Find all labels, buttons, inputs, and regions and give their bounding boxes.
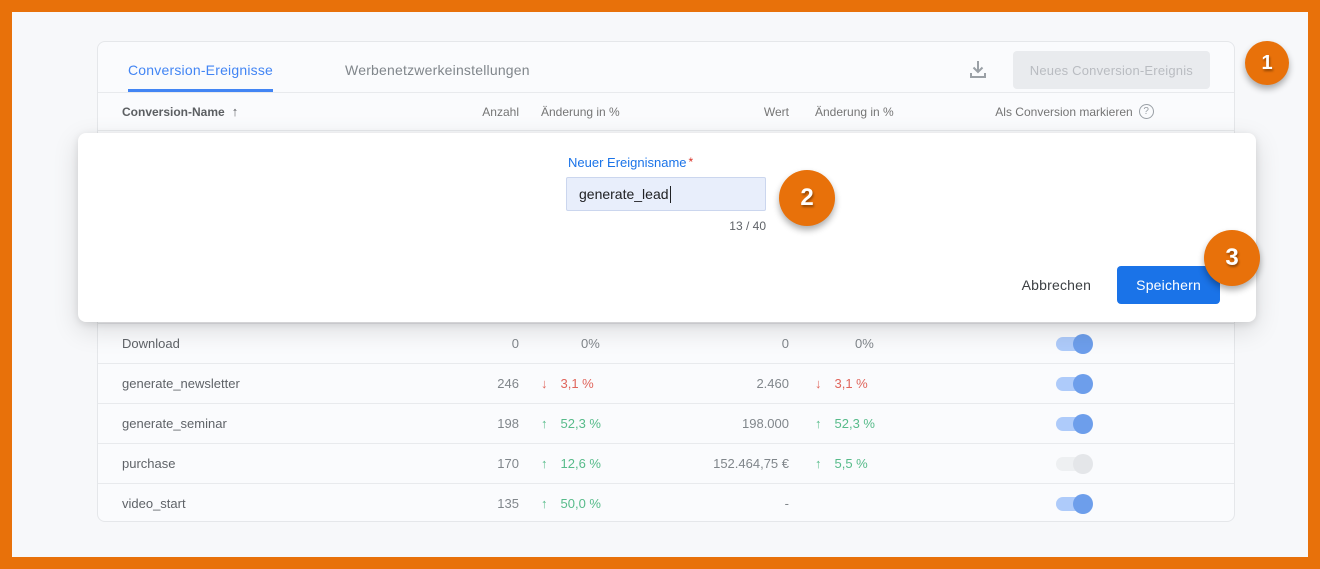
conversion-toggle[interactable]: [1056, 414, 1093, 434]
event-name-label: Neuer Ereignisname*: [568, 155, 693, 170]
conversion-toggle[interactable]: [1056, 494, 1093, 514]
table-row: generate_seminar 198 ↑ 52,3 % 198.000 ↑ …: [98, 403, 1234, 443]
sort-ascending-icon[interactable]: ↑: [232, 104, 239, 119]
event-name: Download: [122, 336, 419, 351]
trend-arrow-icon: ↑: [541, 496, 548, 511]
trend-arrow-icon: ↑: [541, 456, 548, 471]
value-change: ↑ 52,3 %: [789, 416, 939, 431]
count-value: 135: [419, 496, 519, 511]
count-value: 198: [419, 416, 519, 431]
header-value: Wert: [669, 105, 789, 119]
table-row: Download 0 0% 0 0%: [98, 323, 1234, 363]
count-value: 0: [419, 336, 519, 351]
event-name: purchase: [122, 456, 419, 471]
page-background: Conversion-Ereignisse Werbenetzwerkeinst…: [12, 12, 1308, 557]
trend-arrow-icon: ↑: [815, 416, 822, 431]
value: 198.000: [669, 416, 789, 431]
tab-conversion-events[interactable]: Conversion-Ereignisse: [128, 62, 273, 92]
value: 0: [669, 336, 789, 351]
help-icon[interactable]: ?: [1139, 104, 1154, 119]
count-change: ↑ 50,0 %: [519, 496, 669, 511]
header-conversion-name[interactable]: Conversion-Name: [122, 105, 225, 119]
header-mark-as-conversion: Als Conversion markieren: [995, 105, 1132, 119]
event-name: video_start: [122, 496, 419, 511]
value: 152.464,75 €: [669, 456, 789, 471]
count-change: ↓ 3,1 %: [519, 376, 669, 391]
new-conversion-event-button[interactable]: Neues Conversion-Ereignis: [1013, 51, 1210, 89]
conversion-toggle[interactable]: [1056, 374, 1093, 394]
table-row: purchase 170 ↑ 12,6 % 152.464,75 € ↑ 5,5…: [98, 443, 1234, 483]
value-change: ↓ 3,1 %: [789, 376, 939, 391]
trend-arrow-icon: ↑: [815, 456, 822, 471]
header-value-change: Änderung in %: [789, 105, 939, 119]
header-count-change: Änderung in %: [519, 105, 669, 119]
tutorial-step-badge-2: 2: [779, 170, 835, 226]
tutorial-step-badge-3: 3: [1204, 230, 1260, 286]
tutorial-step-badge-1: 1: [1245, 41, 1289, 85]
conversion-toggle[interactable]: [1056, 454, 1093, 474]
value: -: [669, 496, 789, 511]
event-name-input[interactable]: generate_lead: [566, 177, 766, 211]
event-name: generate_seminar: [122, 416, 419, 431]
conversion-toggle[interactable]: [1056, 334, 1093, 354]
count-change: ↑ 12,6 %: [519, 456, 669, 471]
table-header: Conversion-Name ↑ Anzahl Änderung in % W…: [98, 93, 1234, 131]
tab-ad-network-settings[interactable]: Werbenetzwerkeinstellungen: [345, 62, 530, 92]
event-name: generate_newsletter: [122, 376, 419, 391]
table-row: video_start 135 ↑ 50,0 % -: [98, 483, 1234, 523]
count-value: 170: [419, 456, 519, 471]
trend-arrow-icon: ↓: [541, 376, 548, 391]
table-row: generate_newsletter 246 ↓ 3,1 % 2.460 ↓ …: [98, 363, 1234, 403]
trend-arrow-icon: ↓: [815, 376, 822, 391]
trend-arrow-icon: ↑: [541, 416, 548, 431]
header-count: Anzahl: [419, 105, 519, 119]
download-icon[interactable]: [966, 57, 990, 81]
save-button[interactable]: Speichern: [1117, 266, 1220, 304]
required-asterisk: *: [689, 155, 694, 169]
count-value: 246: [419, 376, 519, 391]
value: 2.460: [669, 376, 789, 391]
new-event-modal: Neuer Ereignisname* generate_lead 13 / 4…: [78, 133, 1256, 322]
value-change: 0%: [789, 336, 939, 351]
count-change: ↑ 52,3 %: [519, 416, 669, 431]
value-change: ↑ 5,5 %: [789, 456, 939, 471]
cancel-button[interactable]: Abbrechen: [1022, 277, 1092, 293]
table-body: Download 0 0% 0 0% generate_newsletter 2…: [98, 323, 1234, 523]
count-change: 0%: [519, 336, 669, 351]
character-counter: 13 / 40: [566, 219, 766, 233]
text-caret: [670, 186, 671, 203]
